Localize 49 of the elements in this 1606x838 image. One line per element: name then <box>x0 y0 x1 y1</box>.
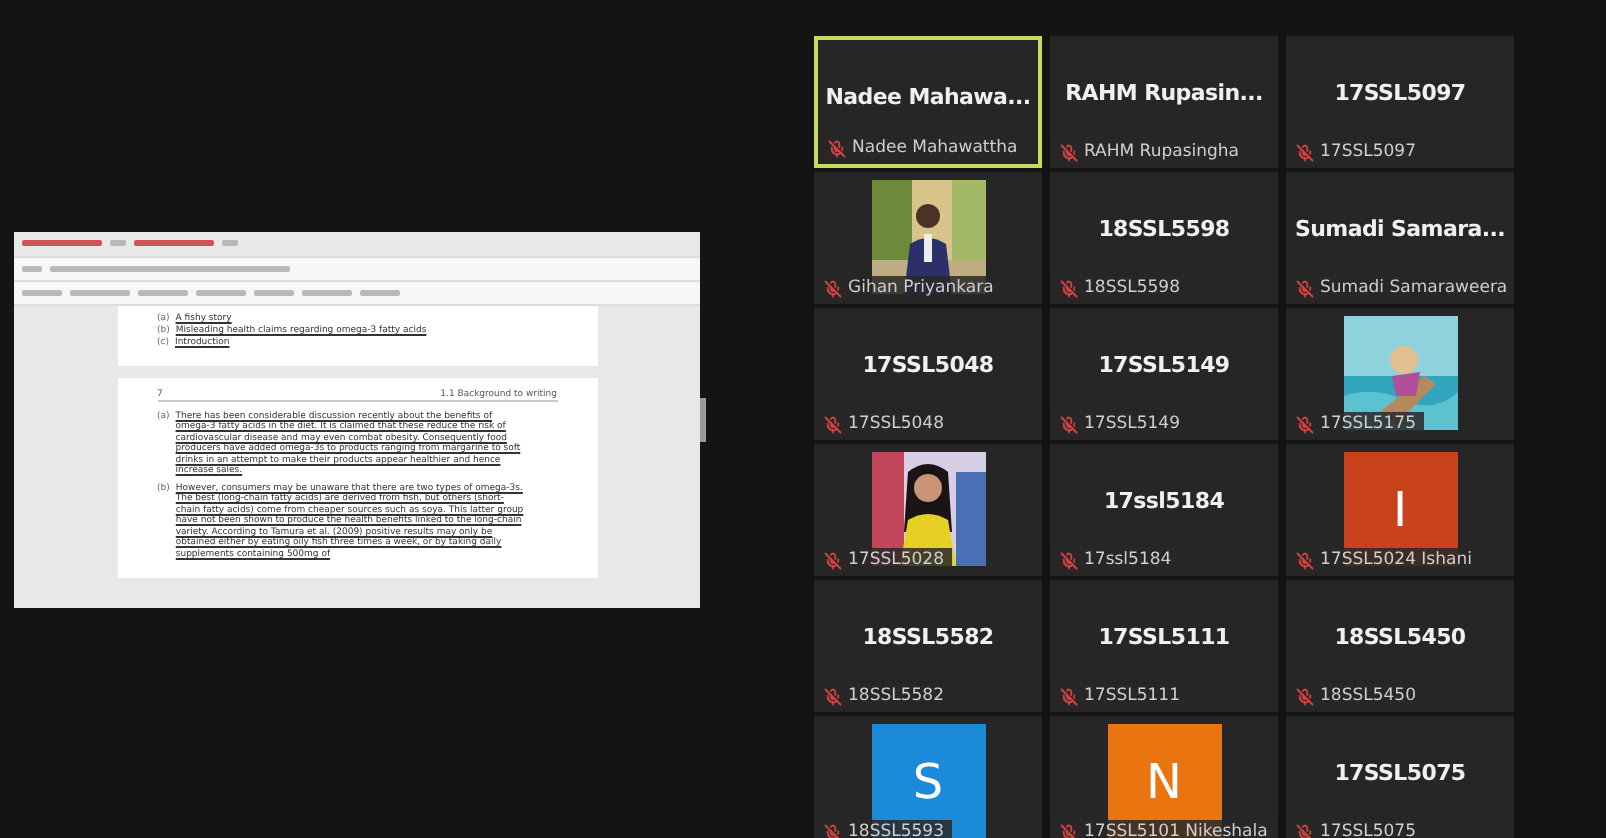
participant-tile[interactable]: S 18SSL5593 <box>814 716 1042 838</box>
participant-tile[interactable]: 18SSL5582 18SSL5582 <box>814 580 1042 712</box>
participant-tile[interactable]: 17SSL5075 17SSL5075 <box>1286 716 1514 838</box>
participant-tile[interactable]: Sumadi Samara... Sumadi Samaraweera <box>1286 172 1514 304</box>
participant-name: Nadee Mahawa... <box>825 84 1031 110</box>
participant-name: 17ssl5184 <box>1103 488 1225 514</box>
participant-tile[interactable]: Gihan Priyankara <box>814 172 1042 304</box>
participant-tile[interactable]: Nadee Mahawa... Nadee Mahawattha <box>814 36 1042 168</box>
participant-label: 17SSL5149 <box>1084 414 1180 434</box>
participant-label: 18SSL5598 <box>1084 278 1180 298</box>
participant-label: 17SSL5028 <box>848 550 944 570</box>
participant-tile[interactable]: 17SSL5028 <box>814 444 1042 576</box>
participant-label: 17SSL5075 <box>1320 822 1416 838</box>
participant-name: 18SSL5598 <box>1098 216 1230 242</box>
participant-label: 17SSL5024 Ishani <box>1320 550 1472 570</box>
participant-name: 18SSL5450 <box>1334 624 1466 650</box>
participant-label: Nadee Mahawattha <box>852 138 1018 158</box>
participant-tile[interactable]: 17ssl5184 17ssl5184 <box>1050 444 1278 576</box>
participant-label: 17SSL5175 <box>1320 414 1416 434</box>
participant-label: 17SSL5111 <box>1084 686 1180 706</box>
participant-label: RAHM Rupasingha <box>1084 142 1239 162</box>
participant-name: 17SSL5149 <box>1098 352 1230 378</box>
participant-label: 17SSL5097 <box>1320 142 1416 162</box>
participant-label: 18SSL5593 <box>848 822 944 838</box>
participant-label: 17ssl5184 <box>1084 550 1172 570</box>
participant-tile[interactable]: 17SSL5175 <box>1286 308 1514 440</box>
participant-label: 18SSL5582 <box>848 686 944 706</box>
participant-tile[interactable]: N 17SSL5101 Nikeshala <box>1050 716 1278 838</box>
participant-label: Sumadi Samaraweera <box>1320 278 1508 298</box>
participant-tile[interactable]: 18SSL5598 18SSL5598 <box>1050 172 1278 304</box>
participant-label: Gihan Priyankara <box>848 278 994 298</box>
participant-tile[interactable]: 17SSL5048 17SSL5048 <box>814 308 1042 440</box>
participant-label: 17SSL5048 <box>848 414 944 434</box>
participant-tile[interactable]: RAHM Rupasin... RAHM Rupasingha <box>1050 36 1278 168</box>
participant-name: Sumadi Samara... <box>1295 216 1505 242</box>
participant-label: 18SSL5450 <box>1320 686 1416 706</box>
participant-name: 18SSL5582 <box>862 624 994 650</box>
resize-handle[interactable] <box>700 397 706 441</box>
participant-name: RAHM Rupasin... <box>1065 80 1263 106</box>
participant-tile[interactable]: I 17SSL5024 Ishani <box>1286 444 1514 576</box>
participant-name: 17SSL5075 <box>1334 760 1466 786</box>
participant-tile[interactable]: 18SSL5450 18SSL5450 <box>1286 580 1514 712</box>
participant-tile[interactable]: 17SSL5111 17SSL5111 <box>1050 580 1278 712</box>
participant-name: 17SSL5048 <box>862 352 994 378</box>
participant-name: 17SSL5111 <box>1098 624 1230 650</box>
participant-label: 17SSL5101 Nikeshala <box>1084 822 1268 838</box>
participant-tile[interactable]: 17SSL5097 17SSL5097 <box>1286 36 1514 168</box>
participant-tile[interactable]: 17SSL5149 17SSL5149 <box>1050 308 1278 440</box>
participant-name: 17SSL5097 <box>1334 80 1466 106</box>
